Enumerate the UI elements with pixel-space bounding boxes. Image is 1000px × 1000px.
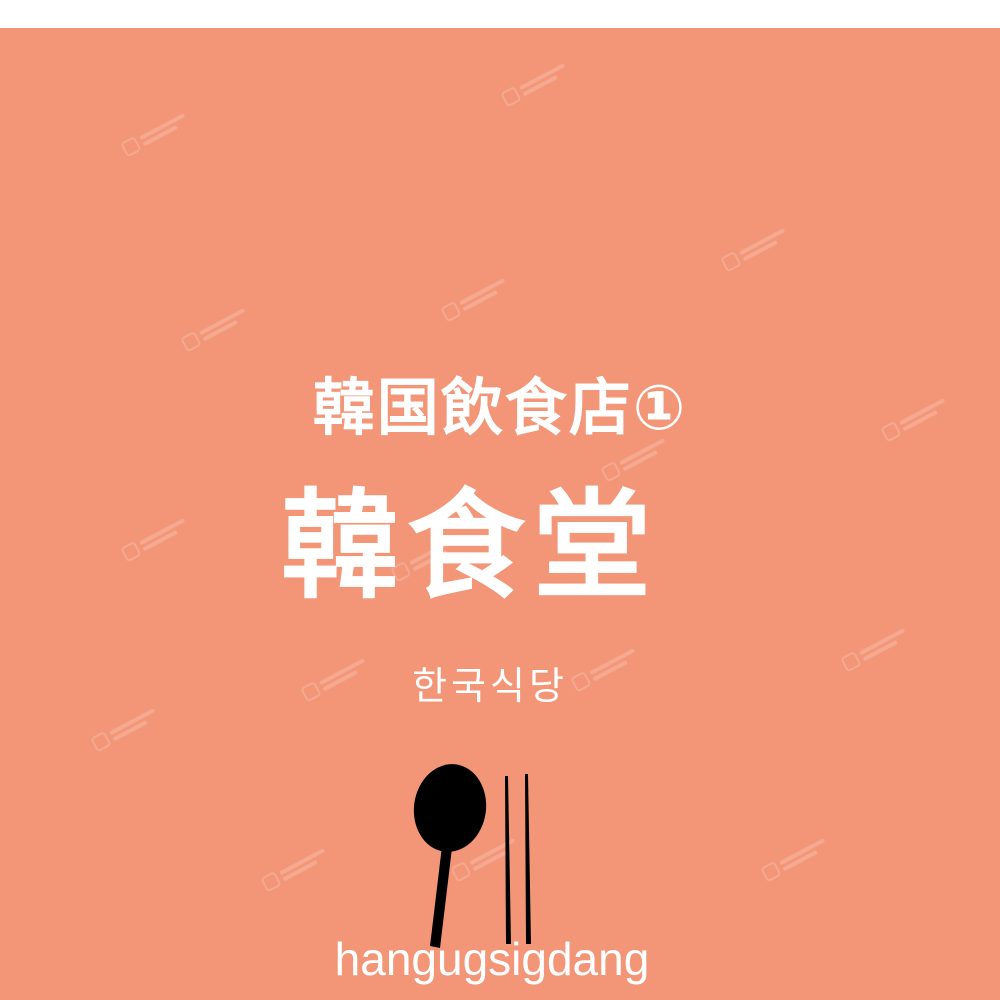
chopstick-right	[525, 774, 531, 944]
watermark-mark	[179, 302, 255, 356]
spoon-bowl	[413, 764, 487, 852]
watermark-mark	[499, 57, 575, 111]
subtitle: 韓国飲食店①	[312, 371, 688, 444]
watermark-mark	[759, 832, 835, 886]
main-title: 韓食堂	[280, 477, 659, 615]
spoon-and-chopsticks-icon	[404, 762, 544, 952]
top-margin	[0, 0, 1000, 28]
watermark-mark	[119, 107, 195, 161]
watermark-mark	[719, 222, 795, 276]
romanization: hangugsigdang	[334, 933, 650, 985]
watermark-mark	[439, 272, 515, 326]
watermark-mark	[259, 842, 335, 896]
title-card: 韓国飲食店① 韓食堂 한국식당	[0, 28, 1000, 1000]
chopstick-left	[505, 776, 511, 944]
hangul-label: 한국식당	[412, 664, 568, 708]
